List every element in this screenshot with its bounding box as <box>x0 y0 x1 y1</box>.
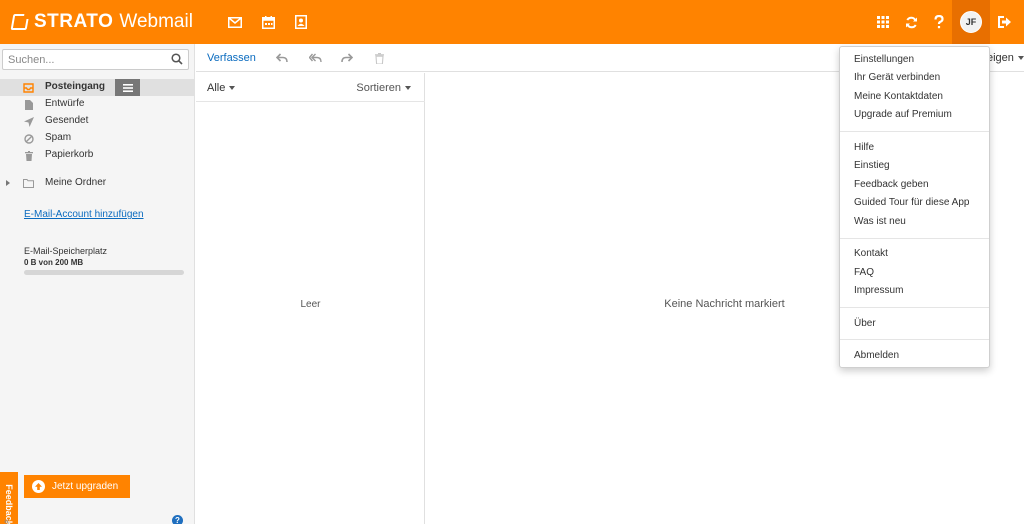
folder-label: Posteingang <box>45 81 106 92</box>
folder-drafts[interactable]: Entwürfe <box>0 96 195 113</box>
storage-bar <box>24 270 184 275</box>
user-menu-trigger[interactable]: JF <box>952 0 990 44</box>
top-bar: STRATO Webmail JF <box>0 0 1024 44</box>
search-input[interactable] <box>3 50 163 69</box>
compose-button[interactable]: Verfassen <box>207 52 256 64</box>
strato-logo-mark <box>10 14 30 30</box>
folder-icon <box>23 178 34 189</box>
contacts-icon[interactable] <box>291 12 311 32</box>
filter-label: Alle <box>207 82 226 94</box>
menu-item-about[interactable]: Über <box>854 318 876 329</box>
menu-item-getting-started[interactable]: Einstieg <box>854 160 890 171</box>
avatar: JF <box>960 11 982 33</box>
sort-label: Sortieren <box>356 82 401 94</box>
menu-item-contact[interactable]: Kontakt <box>854 248 888 259</box>
menu-item-imprint[interactable]: Impressum <box>854 285 903 296</box>
menu-item-settings[interactable]: Einstellungen <box>854 54 914 65</box>
draft-icon <box>23 99 34 110</box>
expand-caret-icon[interactable] <box>6 180 10 186</box>
empty-list-text: Leer <box>300 299 321 310</box>
my-folders[interactable]: Meine Ordner <box>0 175 195 192</box>
folder-spam[interactable]: Spam <box>0 130 195 147</box>
menu-item-whats-new[interactable]: Was ist neu <box>854 216 906 227</box>
view-dropdown[interactable]: eigen <box>987 52 1024 64</box>
folder-sent[interactable]: Gesendet <box>0 113 195 130</box>
search-icon[interactable] <box>171 53 183 68</box>
logout-icon[interactable] <box>994 12 1014 32</box>
menu-item-guided-tour[interactable]: Guided Tour für diese App <box>854 197 969 208</box>
reply-all-icon[interactable] <box>308 52 322 64</box>
sidebar: Posteingang Entwürfe Gesendet Spam Papie… <box>0 44 195 524</box>
add-account-link[interactable]: E-Mail-Account hinzufügen <box>24 209 144 220</box>
menu-divider <box>840 307 989 308</box>
view-dropdown-label: eigen <box>987 52 1014 64</box>
trash-icon <box>23 150 34 161</box>
help-icon[interactable]: ? <box>172 515 183 524</box>
app-grid-icon[interactable] <box>873 12 893 32</box>
folder-menu-button[interactable] <box>115 79 140 96</box>
user-menu: Einstellungen Ihr Gerät verbinden Meine … <box>839 46 990 368</box>
brand-name: STRATO <box>34 11 114 32</box>
folder-trash[interactable]: Papierkorb <box>0 147 195 164</box>
menu-divider <box>840 131 989 132</box>
menu-item-logout[interactable]: Abmelden <box>854 350 899 361</box>
message-list: Alle Sortieren Leer <box>196 73 425 524</box>
arrow-up-icon <box>32 480 45 493</box>
menu-item-faq[interactable]: FAQ <box>854 267 874 278</box>
app-name: Webmail <box>119 11 193 32</box>
inbox-icon <box>23 82 34 93</box>
filter-dropdown[interactable]: Alle <box>207 82 236 94</box>
menu-item-upgrade-premium[interactable]: Upgrade auf Premium <box>854 109 952 120</box>
calendar-icon[interactable] <box>258 12 278 32</box>
folder-label: Papierkorb <box>45 149 94 160</box>
message-list-header: Alle Sortieren <box>196 73 425 102</box>
menu-item-contact-data[interactable]: Meine Kontaktdaten <box>854 91 943 102</box>
refresh-icon[interactable] <box>901 12 921 32</box>
help-icon[interactable] <box>929 12 949 32</box>
my-folders-label: Meine Ordner <box>45 177 107 188</box>
delete-icon[interactable] <box>372 52 386 64</box>
storage-value: 0 B von 200 MB <box>24 258 84 267</box>
menu-divider <box>840 238 989 239</box>
reply-icon[interactable] <box>275 52 289 64</box>
send-icon <box>23 116 34 127</box>
storage-label: E-Mail-Speicherplatz <box>24 246 108 256</box>
upgrade-button[interactable]: Jetzt upgraden <box>24 475 130 498</box>
upgrade-label: Jetzt upgraden <box>52 481 119 492</box>
forward-icon[interactable] <box>340 52 354 64</box>
chevron-down-icon <box>1017 56 1024 61</box>
menu-item-give-feedback[interactable]: Feedback geben <box>854 179 929 190</box>
chevron-down-icon <box>229 86 236 91</box>
strato-logo[interactable]: STRATO Webmail <box>10 10 193 34</box>
chevron-down-icon <box>405 86 411 91</box>
sort-dropdown[interactable]: Sortieren <box>356 82 411 94</box>
folder-label: Gesendet <box>45 115 89 126</box>
menu-item-connect-device[interactable]: Ihr Gerät verbinden <box>854 72 940 83</box>
menu-item-help[interactable]: Hilfe <box>854 142 874 153</box>
search-box <box>2 49 189 70</box>
folder-inbox[interactable]: Posteingang <box>0 79 195 96</box>
folder-label: Spam <box>45 132 72 143</box>
collapse-sidebar-icon[interactable]: « <box>4 516 10 524</box>
folder-label: Entwürfe <box>45 98 85 109</box>
mail-icon[interactable] <box>225 12 245 32</box>
spam-icon <box>23 133 34 144</box>
menu-divider <box>840 339 989 340</box>
